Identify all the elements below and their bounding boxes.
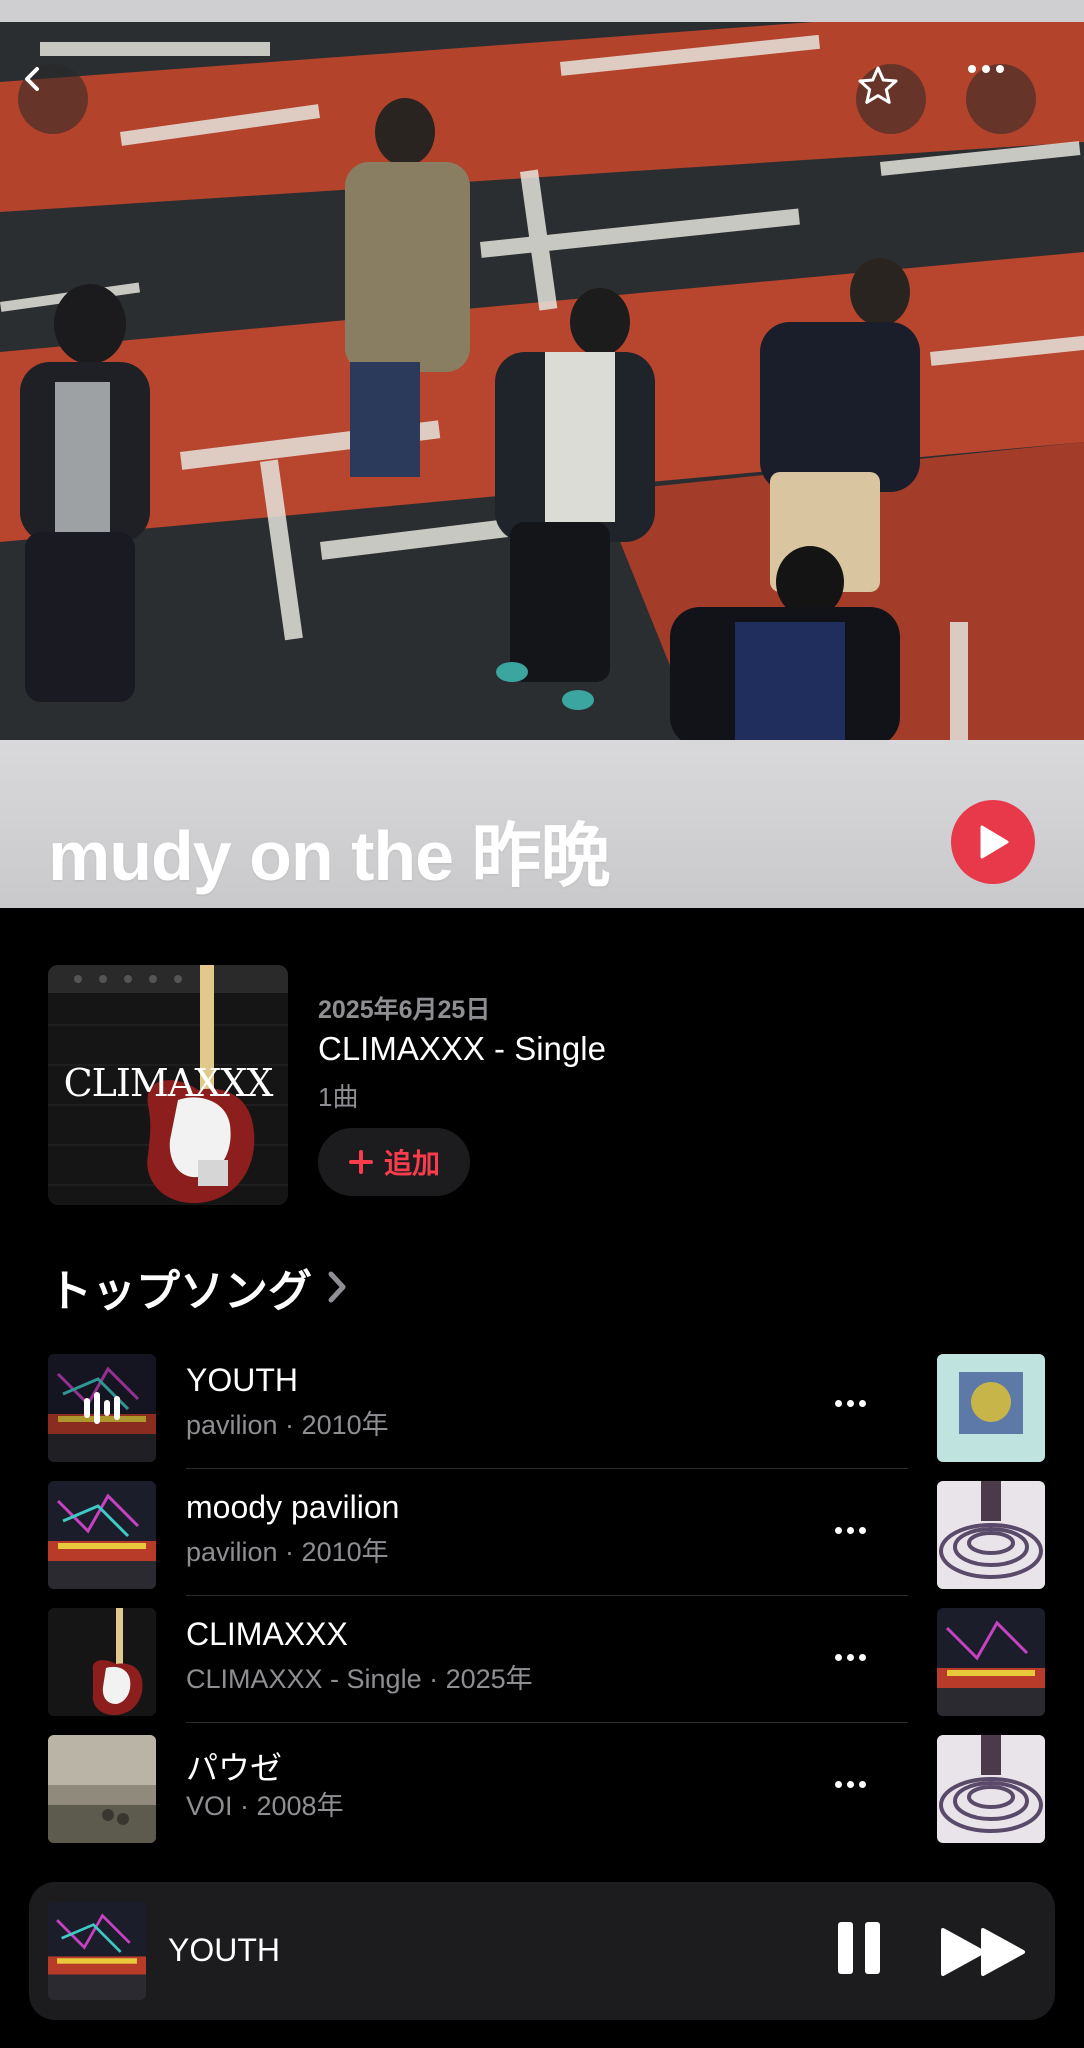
release-track-count: 1曲 (318, 1082, 359, 1112)
pavilion-artwork-illustration (937, 1608, 1045, 1716)
song-title: パウゼ (186, 1750, 283, 1786)
song-row[interactable]: パウゼ VOI · 2008年 (48, 1723, 908, 1850)
song-title: YOUTH (186, 1362, 298, 1398)
song-title: moody pavilion (186, 1489, 400, 1525)
play-artist-button[interactable] (951, 800, 1035, 884)
song-artwork (48, 1481, 156, 1589)
song-title: CLIMAXXX (186, 1616, 348, 1652)
song-row[interactable]: CLIMAXXX CLIMAXXX - Single · 2025年 (48, 1596, 908, 1723)
now-playing-bars-icon (84, 1392, 120, 1424)
favorite-button[interactable] (856, 64, 926, 134)
pause-icon-bar (865, 1922, 880, 1974)
song-artwork-peek[interactable] (937, 1481, 1045, 1589)
squall-artwork-illustration (937, 1354, 1045, 1462)
status-bar-area (0, 0, 1084, 22)
climaxxx-artwork-illustration (48, 1608, 156, 1716)
mini-player-title: YOUTH (168, 1932, 280, 1968)
song-more-button[interactable] (828, 1642, 872, 1672)
star-icon (858, 66, 898, 104)
song-subtitle: CLIMAXXX - Single · 2025年 (186, 1664, 533, 1694)
release-title[interactable]: CLIMAXXX - Single (318, 1030, 606, 1068)
artist-name: mudy on the 昨晩 (48, 817, 611, 895)
song-artwork-peek[interactable] (937, 1735, 1045, 1843)
pavilion-artwork-illustration (48, 1902, 146, 2000)
chevron-right-icon (328, 1271, 346, 1303)
back-button[interactable] (18, 64, 88, 134)
latest-release-artwork[interactable]: CLIMAXXX (48, 965, 288, 1205)
song-artwork-peek[interactable] (937, 1354, 1045, 1462)
top-songs-header[interactable]: トップソング (48, 1255, 348, 1319)
voi-artwork-illustration (48, 1735, 156, 1843)
song-artwork-peek[interactable] (937, 1608, 1045, 1716)
song-artwork (48, 1608, 156, 1716)
plus-icon (348, 1150, 373, 1174)
add-button-label: 追加 (383, 1148, 440, 1179)
song-more-button[interactable] (828, 1388, 872, 1418)
pause-icon (838, 1922, 853, 1974)
song-more-button[interactable] (828, 1769, 872, 1799)
song-row[interactable]: moody pavilion pavilion · 2010年 (48, 1469, 908, 1596)
song-subtitle: pavilion · 2010年 (186, 1537, 389, 1567)
song-more-button[interactable] (828, 1515, 872, 1545)
more-options-button[interactable] (966, 64, 1036, 134)
ellipsis-icon (968, 65, 1004, 73)
artist-hero-photo (0, 22, 1084, 740)
mini-player-artwork (48, 1902, 146, 2000)
play-icon (980, 825, 1009, 859)
release-date: 2025年6月25日 (318, 996, 491, 1024)
spiral-artwork-illustration (937, 1481, 1045, 1589)
artwork-title-text: CLIMAXXX (63, 1061, 274, 1105)
song-subtitle: pavilion · 2010年 (186, 1410, 389, 1440)
mini-player[interactable]: YOUTH (29, 1882, 1055, 2020)
song-subtitle: VOI · 2008年 (186, 1791, 344, 1821)
song-artwork (48, 1354, 156, 1462)
pavilion-artwork-illustration (48, 1481, 156, 1589)
song-row[interactable]: YOUTH pavilion · 2010年 (48, 1342, 908, 1469)
hero-photo-illustration (0, 22, 1084, 740)
add-release-button[interactable]: 追加 (318, 1128, 470, 1196)
fast-forward-icon[interactable] (939, 1926, 1029, 1978)
song-artwork (48, 1735, 156, 1843)
chevron-left-icon (25, 67, 39, 91)
top-songs-title: トップソング (48, 1267, 312, 1316)
pause-button[interactable] (829, 1922, 889, 1980)
spiral-artwork-illustration (937, 1735, 1045, 1843)
